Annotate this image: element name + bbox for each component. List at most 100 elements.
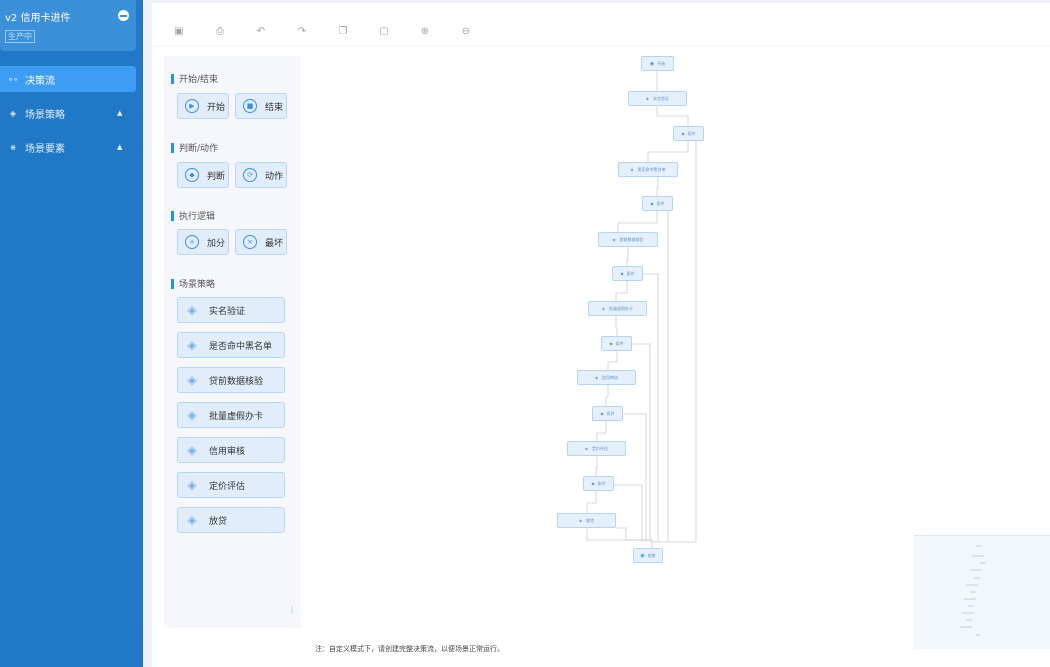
caret-up-icon: ▲ (117, 109, 123, 117)
palette-strategy[interactable]: ◈ 是否命中黑名单 (177, 332, 285, 358)
flow-node-label: 实名验证 (653, 95, 670, 101)
collapse-icon[interactable] (118, 10, 129, 21)
minimap-preview (960, 545, 986, 636)
palette-label: 动作 (265, 171, 284, 182)
flow-node-strategy[interactable]: ◈ 信用审核 (577, 370, 636, 385)
copy-icon[interactable]: ❐ (336, 25, 350, 39)
flow-node-label: 条件 (615, 340, 624, 346)
group-title: 开始/结束 (171, 72, 218, 85)
palette-worst[interactable]: × 最坏 (235, 229, 287, 255)
undo-icon[interactable]: ↶ (254, 25, 268, 39)
sidebar-item-label: 场景策略 (25, 109, 65, 121)
sidebar-item-scene-elements[interactable]: ⋇ 场景要素 ▲ (0, 134, 136, 160)
minimap[interactable] (914, 535, 1050, 649)
flow-node-end[interactable]: ◉ 结束 (633, 548, 663, 563)
palette-label: 定价评估 (209, 481, 246, 492)
layers-icon: ◈ (187, 443, 197, 457)
layers-icon: ◈ (645, 96, 650, 101)
diamond-icon: ◆ (650, 201, 654, 206)
flow-node-label: 信用审核 (602, 374, 619, 380)
zoom-in-icon[interactable]: ⊕ (418, 25, 432, 39)
flow-node-condition[interactable]: ◆ 条件 (583, 476, 614, 491)
palette-end[interactable]: ■ 结束 (235, 93, 287, 119)
group-title: 场景策略 (171, 277, 215, 290)
zoom-out-icon[interactable]: ⊖ (459, 25, 473, 39)
layers-icon: ◈ (594, 375, 599, 380)
flow-node-label: 条件 (626, 270, 635, 276)
sidebar-item-decision-flow[interactable]: ∘∘ 决策流 (0, 66, 136, 92)
palette-label: 开始 (207, 102, 226, 113)
resize-handle[interactable] (291, 606, 293, 614)
flow-node-label: 结束 (647, 552, 656, 558)
diamond-icon: ◆ (185, 168, 199, 182)
toolbar: ▣ ⎙ ↶ ↷ ❐ ▢ ⊕ ⊖ (152, 3, 1050, 47)
group-title: 执行逻辑 (171, 209, 215, 222)
flow-node-strategy[interactable]: ◈ 定价评估 (567, 441, 626, 456)
flow-node-label: 条件 (656, 200, 665, 206)
close-icon: × (243, 235, 257, 249)
flow-node-label: 放贷 (586, 517, 595, 523)
flow-node-label: 条件 (606, 410, 615, 416)
status-badge: 生产中 (5, 30, 35, 43)
palette-start[interactable]: ▶ 开始 (177, 93, 229, 119)
sidebar-item-label: 场景要素 (25, 143, 65, 155)
play-icon: ▶ (185, 99, 199, 113)
play-icon: ◉ (649, 60, 655, 67)
palette-label: 结束 (265, 102, 284, 113)
flow-node-condition[interactable]: ◆ 条件 (612, 266, 643, 281)
stop-icon: ◉ (640, 552, 645, 559)
flow-node-label: 条件 (687, 130, 696, 136)
layers-icon: ◈ (187, 408, 197, 422)
palette-strategy[interactable]: ◈ 批量虚假办卡 (177, 402, 285, 428)
layers-icon: ◈ (578, 518, 583, 523)
flow-node-condition[interactable]: ◆ 条件 (642, 196, 673, 211)
flow-node-condition[interactable]: ◆ 条件 (592, 406, 623, 421)
sidebar: v2 信用卡进件 生产中 ∘∘ 决策流 ◈ 场景策略 ▲ ⋇ 场景要素 ▲ (0, 0, 143, 667)
flow-node-label: 批量虚假办卡 (609, 305, 634, 311)
palette-label: 是否命中黑名单 (209, 341, 273, 352)
palette-judge[interactable]: ◆ 判断 (177, 162, 229, 188)
palette-strategy[interactable]: ◈ 放贷 (177, 507, 285, 533)
diamond-icon: ◆ (600, 411, 604, 416)
save-icon[interactable]: ▣ (172, 25, 186, 39)
flow-canvas[interactable]: ◉ 开始 ◈ 实名验证 ◆ 条件 ◈ 是否命中黑名单 ◆ 条件 ◈ 贷前数据核验… (302, 48, 914, 626)
grid-icon: ⋇ (9, 142, 17, 152)
palette-strategy[interactable]: ◈ 实名验证 (177, 297, 285, 323)
palette-strategy[interactable]: ◈ 贷前数据核验 (177, 367, 285, 393)
footnote: 注：自定义模式下，请创建完整决策流，以便场景正常运行。 (315, 645, 504, 653)
print-icon[interactable]: ⎙ (213, 25, 227, 39)
delete-icon[interactable]: ▢ (377, 25, 391, 39)
diamond-icon: ◆ (609, 341, 613, 346)
flow-node-strategy[interactable]: ◈ 实名验证 (628, 91, 687, 106)
palette-label: 最坏 (265, 238, 284, 249)
palette-action[interactable]: ⟳ 动作 (235, 162, 287, 188)
flow-node-strategy[interactable]: ◈ 贷前数据核验 (598, 232, 658, 247)
diamond-icon: ◆ (620, 271, 624, 276)
caret-up-icon: ▲ (117, 143, 123, 151)
palette-label: 实名验证 (209, 306, 246, 317)
sidebar-item-label: 决策流 (25, 75, 55, 87)
palette-label: 信用审核 (209, 446, 246, 457)
palette-strategy[interactable]: ◈ 定价评估 (177, 472, 285, 498)
flow-node-start[interactable]: ◉ 开始 (641, 56, 674, 71)
palette-label: 加分 (207, 238, 226, 249)
flow-node-strategy[interactable]: ◈ 放贷 (557, 513, 616, 528)
app-title: v2 信用卡进件 (5, 13, 71, 24)
plus-icon: + (185, 235, 199, 249)
flow-node-label: 条件 (597, 480, 606, 486)
flow-node-strategy[interactable]: ◈ 是否命中黑名单 (618, 162, 678, 177)
layers-icon: ◈ (187, 338, 197, 352)
palette-label: 贷前数据核验 (209, 376, 264, 387)
flow-node-strategy[interactable]: ◈ 批量虚假办卡 (588, 301, 647, 316)
diamond-icon: ◆ (681, 131, 685, 136)
flow-node-condition[interactable]: ◆ 条件 (673, 126, 704, 141)
flow-node-condition[interactable]: ◆ 条件 (601, 336, 632, 351)
palette-strategy[interactable]: ◈ 信用审核 (177, 437, 285, 463)
layers-icon: ◈ (584, 446, 589, 451)
layers-icon: ◈ (187, 373, 197, 387)
sidebar-item-scene-strategy[interactable]: ◈ 场景策略 ▲ (0, 100, 136, 126)
redo-icon[interactable]: ↷ (295, 25, 309, 39)
palette-add-score[interactable]: + 加分 (177, 229, 229, 255)
flow-node-label: 开始 (657, 60, 666, 66)
palette-label: 放贷 (209, 516, 228, 527)
